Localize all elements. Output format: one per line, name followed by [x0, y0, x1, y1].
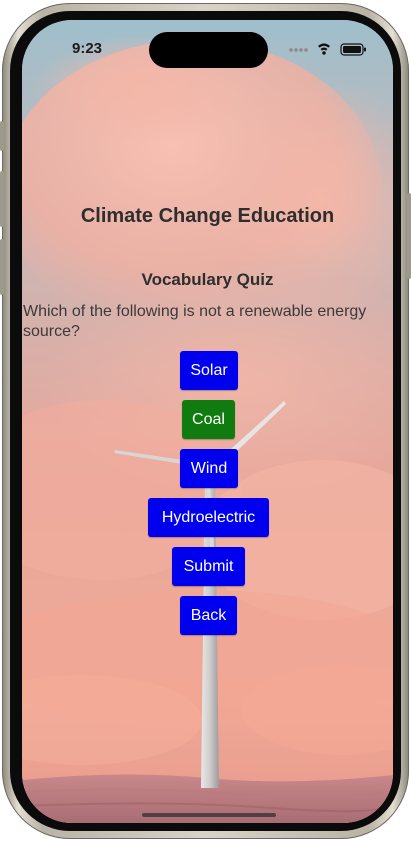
wifi-icon [318, 43, 330, 55]
volume-down-button [0, 239, 4, 295]
answer-wind-button[interactable]: Wind [180, 449, 238, 488]
status-icons [288, 41, 368, 57]
submit-button[interactable]: Submit [172, 547, 245, 586]
power-button [407, 193, 411, 279]
answer-solar-button[interactable]: Solar [180, 351, 238, 390]
back-button[interactable]: Back [180, 596, 237, 635]
quiz-title: Vocabulary Quiz [141, 270, 274, 289]
phone-screen: 9:23 Climate Change Education Vocabulary… [22, 20, 393, 823]
battery-icon [340, 43, 366, 56]
volume-up-button [0, 171, 4, 227]
status-time: 9:23 [72, 40, 103, 57]
signal-dots-icon [289, 48, 308, 52]
home-indicator[interactable] [142, 813, 276, 817]
quiz-question: Which of the following is not a renewabl… [23, 303, 367, 340]
page-title: Climate Change Education [80, 205, 335, 227]
answer-coal-button[interactable]: Coal [182, 400, 235, 439]
answer-hydroelectric-button[interactable]: Hydroelectric [148, 498, 269, 537]
dynamic-island [149, 32, 268, 68]
action-button [0, 121, 4, 151]
